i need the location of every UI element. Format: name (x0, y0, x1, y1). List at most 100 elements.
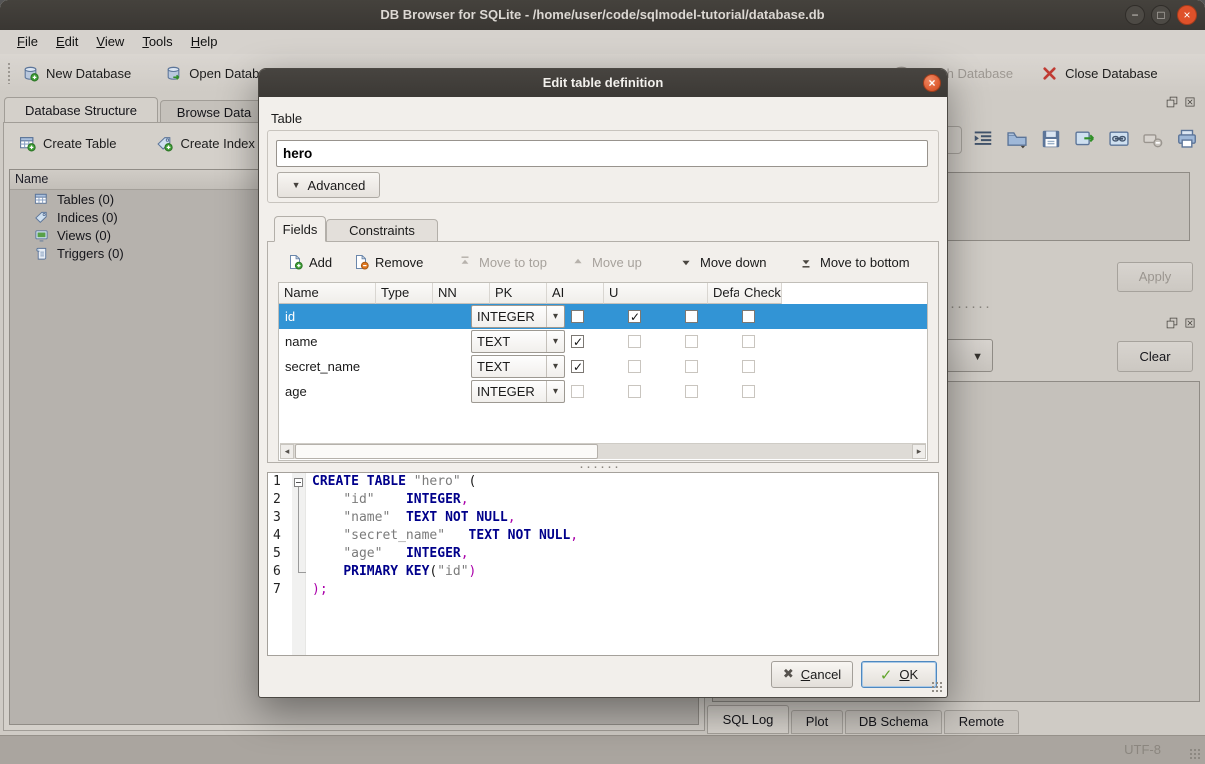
field-row-name[interactable]: nameTEXT▾ (279, 329, 927, 354)
dock-float-icon[interactable] (1166, 96, 1178, 108)
horizontal-scrollbar[interactable]: ◂ ▸ (280, 443, 926, 459)
dock-close-icon[interactable] (1184, 317, 1196, 329)
db-browser-window: DB Browser for SQLite - /home/user/code/… (0, 0, 1205, 764)
menu-edit[interactable]: Edit (47, 30, 87, 54)
indent-icon[interactable] (972, 128, 994, 150)
checkbox-nn[interactable] (571, 385, 584, 398)
tab-constraints[interactable]: Constraints (326, 219, 438, 242)
column-header-name[interactable]: Name (279, 283, 376, 304)
maximize-button[interactable]: □ (1151, 5, 1171, 25)
checkbox-ai[interactable] (685, 335, 698, 348)
link-icon[interactable] (1108, 128, 1130, 150)
trigger-icon (34, 246, 49, 261)
advanced-button[interactable]: ▼ Advanced (277, 172, 380, 198)
checkbox-u[interactable] (742, 310, 755, 323)
menu-view[interactable]: View (87, 30, 133, 54)
column-header-check[interactable]: Check (739, 283, 782, 304)
button-create-index[interactable]: Create Index (156, 135, 254, 152)
resize-grip[interactable] (1189, 748, 1201, 760)
field-type-select[interactable]: INTEGER▾ (471, 305, 565, 328)
button-move-down[interactable]: Move down (678, 252, 766, 272)
checkbox-pk[interactable] (628, 310, 641, 323)
field-row-age[interactable]: ageINTEGER▾ (279, 379, 927, 404)
column-header-pk[interactable]: PK (490, 283, 547, 304)
dock-close-icon[interactable] (1184, 96, 1196, 108)
menu-help[interactable]: Help (182, 30, 227, 54)
button-remove[interactable]: Remove (353, 252, 423, 272)
tab-plot[interactable]: Plot (791, 710, 843, 734)
apply-button[interactable]: Apply (1117, 262, 1193, 292)
tab-sql-log[interactable]: SQL Log (707, 705, 789, 734)
button-move-to-top[interactable]: Move to top (457, 252, 547, 272)
column-header-nn[interactable]: NN (433, 283, 490, 304)
chevron-down-icon[interactable]: ▾ (546, 356, 564, 377)
checkbox-pk[interactable] (628, 360, 641, 373)
toolbar-close-database[interactable]: Close Database (1041, 65, 1158, 82)
chevron-down-icon[interactable]: ▾ (546, 306, 564, 327)
column-header-type[interactable]: Type (376, 283, 433, 304)
print-icon[interactable] (1176, 128, 1198, 150)
checkbox-u[interactable] (742, 385, 755, 398)
cancel-button[interactable]: ✖ Cancel (771, 661, 853, 688)
menu-file[interactable]: File (8, 30, 47, 54)
scrollbar-thumb[interactable] (295, 444, 598, 459)
checkbox-pk[interactable] (628, 385, 641, 398)
toolbar-drag-handle[interactable] (7, 62, 12, 84)
import-icon[interactable] (1006, 128, 1028, 150)
checkbox-ai[interactable] (685, 385, 698, 398)
field-name[interactable]: secret_name (279, 354, 469, 379)
dialog-splitter-handle[interactable]: ······ (579, 464, 621, 470)
field-type-select[interactable]: TEXT▾ (471, 355, 565, 378)
minimize-button[interactable]: − (1125, 5, 1145, 25)
checkbox-u[interactable] (742, 360, 755, 373)
field-type-select[interactable]: INTEGER▾ (471, 380, 565, 403)
tab-remote[interactable]: Remote (944, 710, 1019, 734)
dialog-titlebar[interactable]: Edit table definition × (259, 69, 947, 97)
dialog-resize-grip[interactable] (931, 681, 943, 693)
button-add[interactable]: Add (287, 252, 332, 272)
field-row-secret-name[interactable]: secret_nameTEXT▾ (279, 354, 927, 379)
field-row-id[interactable]: idINTEGER▾ (279, 304, 927, 329)
view-icon (34, 228, 49, 243)
tab-database-structure[interactable]: Database Structure (4, 97, 158, 123)
checkbox-nn[interactable] (571, 335, 584, 348)
field-name[interactable]: age (279, 379, 469, 404)
clear-log-button[interactable]: Clear (1117, 341, 1193, 372)
checkbox-u[interactable] (742, 335, 755, 348)
column-header-u[interactable]: U (604, 283, 708, 304)
menu-tools[interactable]: Tools (133, 30, 181, 54)
ok-button[interactable]: ✓ OK (861, 661, 937, 688)
field-type-select[interactable]: TEXT▾ (471, 330, 565, 353)
sql-preview-editor[interactable]: 1234567 CREATE TABLE "hero" ( "id" INTEG… (267, 472, 939, 656)
checkbox-ai[interactable] (685, 310, 698, 323)
chevron-down-icon[interactable]: ▾ (546, 381, 564, 402)
scroll-left-arrow-icon[interactable]: ◂ (280, 444, 294, 459)
button-create-table[interactable]: Create Table (19, 135, 116, 152)
field-name[interactable]: id (279, 304, 469, 329)
window-title: DB Browser for SQLite - /home/user/code/… (0, 0, 1205, 30)
export-icon[interactable] (1074, 128, 1096, 150)
checkbox-ai[interactable] (685, 360, 698, 373)
table-name-input[interactable] (276, 140, 928, 167)
column-header-ai[interactable]: AI (547, 283, 604, 304)
checkbox-nn[interactable] (571, 310, 584, 323)
save-icon[interactable] (1040, 128, 1062, 150)
toolbar-new-database[interactable]: New Database (22, 65, 131, 82)
checkbox-nn[interactable] (571, 360, 584, 373)
dock-float-icon[interactable] (1166, 317, 1178, 329)
column-header-default[interactable]: Default (708, 283, 739, 304)
dock-splitter-handle[interactable]: ······· (943, 304, 992, 310)
tab-browse-data[interactable]: Browse Data (160, 100, 268, 123)
dialog-close-button[interactable]: × (923, 74, 941, 92)
scroll-right-arrow-icon[interactable]: ▸ (912, 444, 926, 459)
set-null-icon[interactable] (1142, 128, 1164, 150)
tab-fields[interactable]: Fields (274, 216, 326, 242)
window-close-button[interactable]: × (1177, 5, 1197, 25)
fold-collapse-icon[interactable] (294, 478, 303, 487)
chevron-down-icon[interactable]: ▾ (546, 331, 564, 352)
checkbox-pk[interactable] (628, 335, 641, 348)
tab-db-schema[interactable]: DB Schema (845, 710, 942, 734)
button-move-up[interactable]: Move up (570, 252, 642, 272)
button-move-to-bottom[interactable]: Move to bottom (798, 252, 910, 272)
field-name[interactable]: name (279, 329, 469, 354)
